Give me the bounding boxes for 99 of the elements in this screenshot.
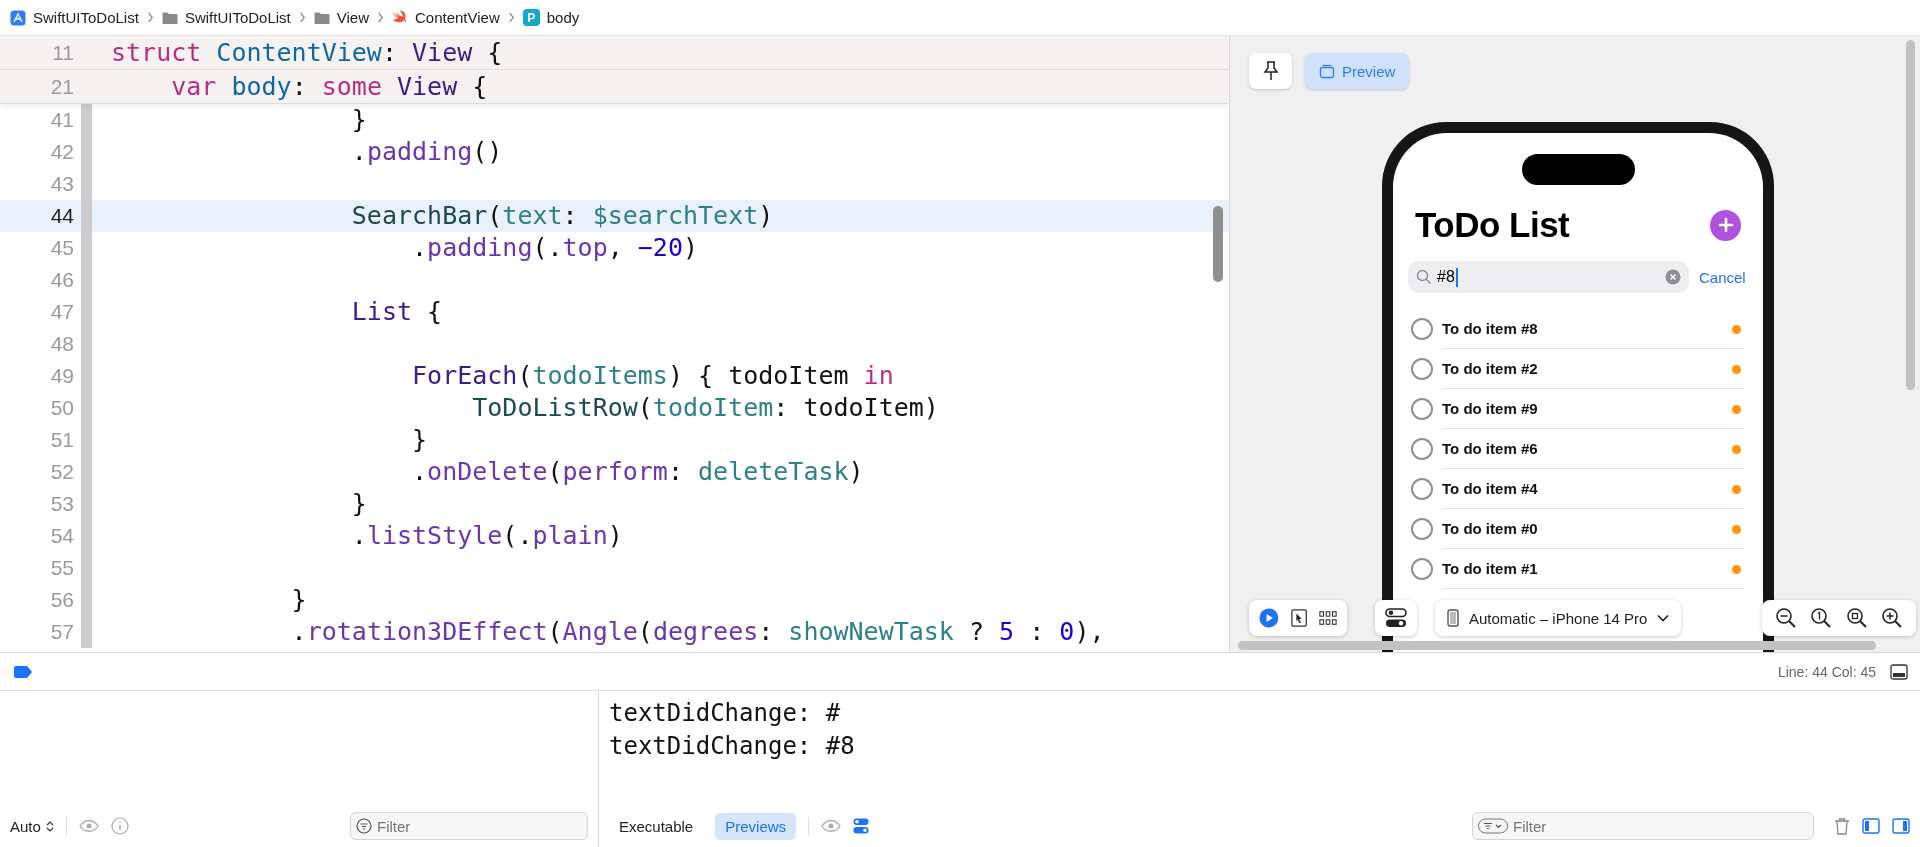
clear-icon[interactable]: [1665, 269, 1681, 285]
text-cursor: [1455, 267, 1458, 287]
scrollbar-thumb[interactable]: [1238, 641, 1876, 650]
bird-icon: [392, 9, 408, 26]
pin-icon: [1262, 61, 1279, 81]
checkbox[interactable]: [1411, 478, 1433, 500]
scrollbar-thumb[interactable]: [1213, 206, 1223, 282]
line-number: 54: [49, 524, 74, 548]
search-icon: [1416, 269, 1432, 285]
code-line: }: [411, 425, 428, 455]
breadcrumb-item[interactable]: SwiftUIToDoList: [161, 9, 291, 26]
chevron-icon: [507, 12, 515, 23]
code-line: var body: some View {: [170, 71, 488, 102]
checkbox[interactable]: [1411, 438, 1433, 460]
code-line: ToDoListRow(todoItem: todoItem): [471, 393, 939, 423]
zoom-in-icon[interactable]: [1881, 607, 1904, 629]
phone-icon: [1447, 609, 1459, 627]
code-line: }: [290, 585, 307, 615]
zoom-out-icon[interactable]: [1774, 607, 1797, 629]
eye-icon[interactable]: [78, 819, 99, 833]
updown-icon: [45, 820, 54, 832]
cancel-link[interactable]: Cancel: [1699, 268, 1746, 286]
line-number: 53: [49, 492, 74, 516]
magnifier-icon[interactable]: [1845, 607, 1868, 629]
line-number: 42: [49, 140, 74, 164]
line-number: 48: [49, 332, 74, 356]
line-number: 44: [49, 204, 74, 228]
cursor-icon[interactable]: [1290, 608, 1307, 628]
line-number: 50: [49, 396, 74, 420]
code-line: .padding(): [350, 137, 503, 167]
filter-menu-icon: [1478, 818, 1508, 834]
play-icon[interactable]: [1259, 607, 1279, 629]
code-line: .onDelete(perform: deleteTask): [411, 457, 864, 487]
breadcrumb-item[interactable]: SwiftUIToDoList: [10, 9, 139, 26]
device-dropdown[interactable]: Automatic – iPhone 14 Pro: [1435, 600, 1682, 636]
filter-field[interactable]: Filter: [350, 812, 588, 840]
settings-button[interactable]: [1375, 600, 1417, 636]
code-line: .rotation3DEffect(Angle(degrees: showNewTask ? 5 : 0),: [290, 617, 1105, 647]
toggles-icon: [1385, 608, 1407, 628]
checkbox[interactable]: [1411, 398, 1433, 420]
filter-field[interactable]: Filter: [1472, 812, 1814, 840]
grid-icon[interactable]: [1319, 609, 1337, 627]
line-number: 11: [51, 40, 74, 65]
code-line: List {: [350, 297, 443, 327]
add-button[interactable]: [1710, 209, 1741, 241]
cursor-position: Line: 44 Col: 45: [1777, 663, 1876, 680]
panel-icon[interactable]: [1890, 663, 1908, 680]
property-icon: P: [522, 9, 540, 26]
pin-button[interactable]: [1249, 53, 1292, 89]
line-number: 45: [49, 236, 74, 260]
code-line: }: [350, 105, 367, 135]
output-tab[interactable]: Executable: [609, 812, 704, 840]
eye-icon[interactable]: [821, 819, 842, 833]
scrollbar-thumb[interactable]: [1906, 40, 1915, 390]
info-icon[interactable]: [110, 817, 129, 835]
code-line: ForEach(todoItems) { todoItem in: [411, 361, 894, 391]
line-number: 56: [49, 588, 74, 612]
chevron-icon: [298, 12, 306, 23]
console-output-line: textDidChange: #: [609, 698, 842, 729]
line-number: 49: [49, 364, 74, 388]
line-number: 41: [49, 108, 74, 132]
line-number: 46: [49, 268, 74, 292]
checkbox[interactable]: [1411, 318, 1433, 340]
output-tab[interactable]: Previews: [715, 812, 797, 840]
breadcrumb-item[interactable]: P body: [522, 9, 580, 26]
checkbox[interactable]: [1411, 558, 1433, 580]
checkbox[interactable]: [1411, 358, 1433, 380]
line-number: 21: [49, 74, 74, 99]
trash-icon[interactable]: [1834, 817, 1850, 835]
chevron-icon: [146, 12, 154, 23]
right-panel-icon[interactable]: [1892, 818, 1910, 834]
chevron-icon: [377, 12, 384, 23]
plus-icon: [1717, 217, 1734, 233]
filter-icon: [356, 818, 372, 834]
breadcrumb-item[interactable]: ContentView: [392, 9, 500, 26]
stack-icon: [1319, 63, 1335, 79]
line-number: 55: [49, 556, 74, 580]
console-output-line: textDidChange: #8: [609, 731, 856, 762]
magnifier-icon[interactable]: [1810, 607, 1833, 629]
scope-dropdown[interactable]: Auto: [10, 817, 54, 835]
breadcrumb-item[interactable]: View: [313, 9, 369, 26]
breakpoint-icon[interactable]: [13, 664, 33, 679]
toggles-icon[interactable]: [853, 818, 870, 834]
code-line: SearchBar(text: $searchText): [350, 201, 774, 231]
line-number: 57: [49, 620, 74, 644]
chevron-down-icon: [1657, 614, 1670, 622]
line-number: 51: [49, 428, 74, 452]
checkbox[interactable]: [1411, 518, 1433, 540]
code-line: .padding(.top, −20): [411, 233, 699, 263]
left-panel-icon[interactable]: [1862, 818, 1880, 834]
code-line: struct ContentView: View {: [111, 37, 503, 68]
line-number: 43: [49, 172, 74, 196]
app-title: ToDo List: [1415, 205, 1570, 245]
code-line: }: [350, 489, 367, 519]
code-line: .listStyle(.plain): [350, 521, 623, 551]
search-field[interactable]: #8: [1408, 261, 1689, 293]
line-number: 52: [49, 460, 74, 484]
app-icon: [10, 9, 26, 26]
line-number: 47: [49, 300, 74, 324]
